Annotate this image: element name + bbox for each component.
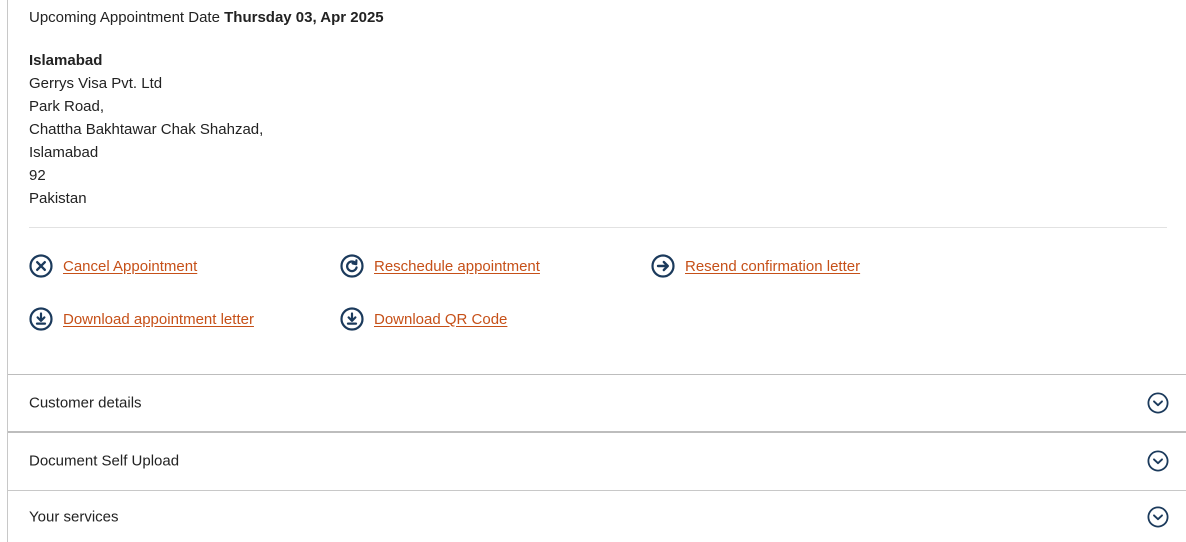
accordion-your-services[interactable]: Your services <box>7 490 1186 542</box>
address-line: 92 <box>29 167 46 184</box>
accordion-customer-details[interactable]: Customer details <box>7 374 1186 431</box>
download-qr-code-action[interactable]: Download QR Code <box>340 307 507 331</box>
address-line: Park Road, <box>29 98 105 115</box>
accordion-label: Your services <box>29 508 119 525</box>
cancel-appointment-action[interactable]: Cancel Appointment <box>29 254 197 278</box>
download-circle-icon[interactable] <box>340 307 364 331</box>
chevron-down-circle-icon[interactable] <box>1147 392 1169 414</box>
accordion-label: Document Self Upload <box>29 452 180 469</box>
download-qr-code-link[interactable]: Download QR Code <box>374 311 507 328</box>
close-circle-icon[interactable] <box>29 254 53 278</box>
chevron-down-circle-icon[interactable] <box>1147 449 1169 472</box>
chevron-down-circle-icon[interactable] <box>1147 505 1169 528</box>
appointment-panel: Upcoming Appointment Date Thursday 03, A… <box>0 0 1186 542</box>
download-circle-icon[interactable] <box>29 307 53 331</box>
section-divider <box>29 227 1167 228</box>
upcoming-date: Thursday 03, Apr 2025 <box>224 9 384 26</box>
refresh-circle-icon[interactable] <box>340 254 364 278</box>
accordion-label: Customer details <box>29 394 142 412</box>
arrow-right-circle-icon[interactable] <box>651 254 675 278</box>
download-appointment-letter-action[interactable]: Download appointment letter <box>29 307 254 331</box>
resend-confirmation-link[interactable]: Resend confirmation letter <box>685 258 860 275</box>
address-city-heading: Islamabad <box>29 52 103 69</box>
address-line: Chattha Bakhtawar Chak Shahzad, <box>29 121 264 138</box>
reschedule-appointment-action[interactable]: Reschedule appointment <box>340 254 540 278</box>
download-appointment-letter-link[interactable]: Download appointment letter <box>63 311 254 328</box>
centre-address: Islamabad Gerrys Visa Pvt. Ltd Park Road… <box>29 49 263 210</box>
resend-confirmation-action[interactable]: Resend confirmation letter <box>651 254 860 278</box>
left-border <box>7 0 8 374</box>
accordion-document-self-upload[interactable]: Document Self Upload <box>7 431 1186 488</box>
left-border-lower <box>7 374 8 542</box>
address-line: Islamabad <box>29 144 99 161</box>
upcoming-appointment-line: Upcoming Appointment Date Thursday 03, A… <box>29 9 384 27</box>
upcoming-label: Upcoming Appointment Date <box>29 9 220 26</box>
cancel-appointment-link[interactable]: Cancel Appointment <box>63 258 197 275</box>
address-line: Gerrys Visa Pvt. Ltd <box>29 75 163 92</box>
address-line: Pakistan <box>29 190 87 207</box>
reschedule-appointment-link[interactable]: Reschedule appointment <box>374 258 540 275</box>
